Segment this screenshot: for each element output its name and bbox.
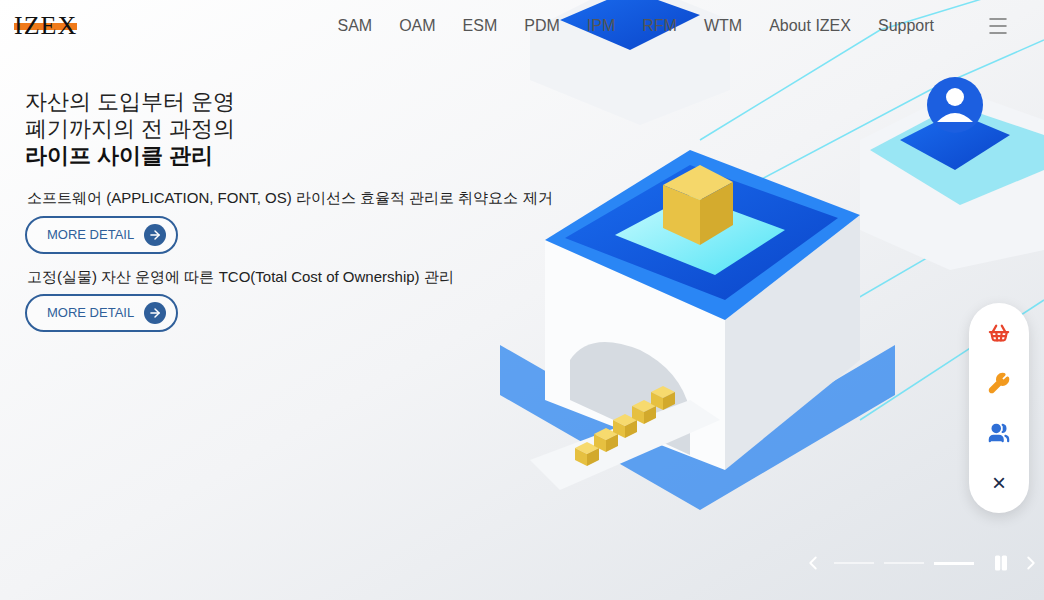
quick-menu-close[interactable]: × <box>992 469 1006 497</box>
nav-item[interactable]: SAM <box>337 14 372 38</box>
slide-indicator[interactable] <box>834 562 874 564</box>
main-nav: SAM OAM ESM PDM IPM RFM WTM About IZEX Support <box>337 14 1010 38</box>
feature: 소프트웨어 (APPLICATION, FONT, OS) 라이선스 효율적 관… <box>25 187 1044 254</box>
quick-menu-item[interactable] <box>985 319 1013 347</box>
logo[interactable]: IZEX <box>14 13 77 39</box>
arrow-right-icon <box>148 306 162 320</box>
quick-menu-item[interactable] <box>985 369 1013 397</box>
next-icon[interactable] <box>1020 552 1042 574</box>
arrow-circle <box>144 224 166 246</box>
prev-icon[interactable] <box>802 552 824 574</box>
slider-controls <box>802 552 1042 574</box>
page: IZEX SAM OAM ESM PDM IPM RFM WTM About IZEX Suppo… <box>0 0 1044 600</box>
more-detail-button[interactable]: MORE DETAIL <box>25 216 178 254</box>
basket-icon[interactable] <box>988 322 1010 344</box>
more-detail-button[interactable]: MORE DETAIL <box>25 294 178 332</box>
feature-description: 소프트웨어 (APPLICATION, FONT, OS) 라이선스 효율적 관… <box>25 187 553 210</box>
quick-menu: × <box>969 303 1029 513</box>
nav-item[interactable]: Support <box>878 14 934 38</box>
slide-indicator[interactable] <box>934 562 974 565</box>
arrow-right-icon <box>148 228 162 242</box>
headline-bold: 라이프 사이클 관리 <box>25 142 1044 169</box>
quick-menu-item[interactable] <box>985 419 1013 447</box>
feature-list: 소프트웨어 (APPLICATION, FONT, OS) 라이선스 효율적 관… <box>25 187 1044 332</box>
pause-icon[interactable] <box>992 554 1010 572</box>
header: IZEX SAM OAM ESM PDM IPM RFM WTM About IZEX Suppo… <box>0 0 1044 52</box>
headline-line: 자산의 도입부터 운영 <box>25 88 1044 115</box>
wrench-icon[interactable] <box>988 372 1010 394</box>
nav-item[interactable]: RFM <box>642 14 677 38</box>
nav-item[interactable]: ESM <box>463 14 498 38</box>
hero-headline: 자산의 도입부터 운영폐기까지의 전 과정의라이프 사이클 관리 <box>25 88 1044 169</box>
hero-content: 자산의 도입부터 운영폐기까지의 전 과정의라이프 사이클 관리소프트웨어 (A… <box>0 52 1044 332</box>
nav-item[interactable]: OAM <box>399 14 435 38</box>
feature-description: 고정(실물) 자산 운영에 따른 TCO(Total Cost of Owner… <box>25 266 454 289</box>
hero-illustration <box>500 0 1044 600</box>
nav-item[interactable]: About IZEX <box>769 14 851 38</box>
hamburger-icon[interactable] <box>986 14 1010 38</box>
nav-item[interactable]: PDM <box>524 14 560 38</box>
arrow-circle <box>144 302 166 324</box>
headline-line: 폐기까지의 전 과정의 <box>25 115 1044 142</box>
slide-indicator[interactable] <box>884 562 924 564</box>
nav-item[interactable]: IPM <box>587 14 615 38</box>
feature: 고정(실물) 자산 운영에 따른 TCO(Total Cost of Owner… <box>25 266 1044 333</box>
people-icon[interactable] <box>988 422 1010 444</box>
nav-item[interactable]: WTM <box>704 14 742 38</box>
